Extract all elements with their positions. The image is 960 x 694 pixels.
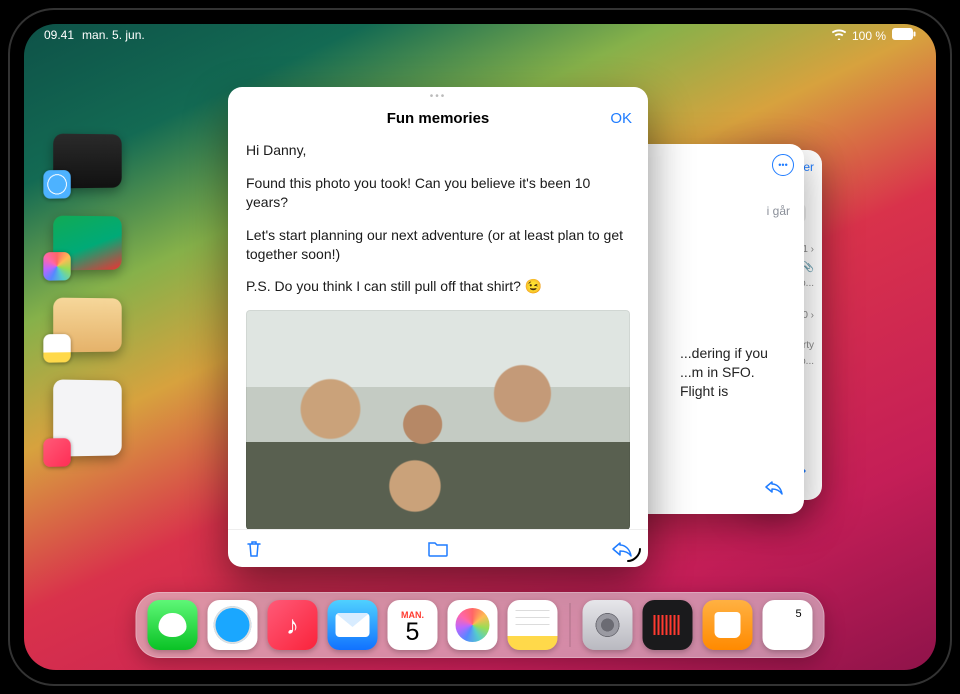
- ipad-device-frame: 09.41 man. 5. jun. 100 % ...liger: [10, 10, 950, 684]
- dock-app-messages[interactable]: [148, 600, 198, 650]
- dock-app-settings[interactable]: [583, 600, 633, 650]
- status-date: man. 5. jun.: [82, 28, 145, 43]
- dock-app-notes[interactable]: [508, 600, 558, 650]
- window-drag-handle[interactable]: •••: [228, 87, 648, 105]
- dock-separator: [570, 603, 571, 647]
- mail-paragraph: P.S. Do you think I can still pull off t…: [246, 277, 630, 296]
- dock: ♪ Man. 5: [136, 592, 825, 658]
- ipad-screen: 09.41 man. 5. jun. 100 % ...liger: [24, 24, 936, 670]
- battery-icon: [892, 28, 916, 43]
- status-time: 09.41: [44, 28, 74, 43]
- stage-thumb-notes[interactable]: [53, 298, 121, 353]
- photos-icon: [43, 252, 70, 281]
- wink-emoji-icon: 😉: [525, 277, 542, 296]
- mail-toolbar: [228, 529, 648, 567]
- mail-body[interactable]: Hi Danny, Found this photo you took! Can…: [228, 131, 648, 529]
- safari-icon: [43, 170, 70, 199]
- battery-percent: 100 %: [852, 29, 886, 43]
- bgwin1-time: i går: [767, 204, 790, 218]
- stage-thumb-music[interactable]: [53, 379, 121, 456]
- mail-subject: Fun memories: [387, 110, 490, 127]
- stage-thumb-safari[interactable]: [53, 134, 121, 189]
- dock-app-voice-memos[interactable]: [643, 600, 693, 650]
- stage-manager-strip: [52, 134, 124, 456]
- dock-app-safari[interactable]: [208, 600, 258, 650]
- notes-icon: [43, 334, 70, 363]
- book-icon: [715, 612, 741, 638]
- dock-app-group[interactable]: [763, 600, 813, 650]
- attached-photo[interactable]: [246, 310, 630, 529]
- envelope-icon: [336, 613, 370, 637]
- wifi-icon: [832, 29, 846, 43]
- music-icon: [43, 438, 70, 467]
- mail-greeting: Hi Danny,: [246, 141, 630, 160]
- folder-icon[interactable]: [426, 537, 450, 561]
- trash-icon[interactable]: [242, 537, 266, 561]
- mail-compose-window[interactable]: ••• Fun memories OK Hi Danny, Found this…: [228, 87, 648, 567]
- dock-app-books[interactable]: [703, 600, 753, 650]
- calendar-daynum: 5: [406, 620, 420, 645]
- stage-thumb-photos[interactable]: [53, 216, 121, 271]
- ok-button[interactable]: OK: [610, 110, 632, 127]
- reply-icon[interactable]: [764, 479, 784, 500]
- dock-app-calendar[interactable]: Man. 5: [388, 600, 438, 650]
- drag-dots-icon: •••: [430, 91, 447, 102]
- music-note-icon: ♪: [286, 610, 299, 641]
- mail-paragraph: Found this photo you took! Can you belie…: [246, 174, 630, 212]
- bgwin1-body-peek: ...dering if you ...m in SFO. Flight is: [680, 344, 790, 401]
- mail-titlebar: Fun memories OK: [228, 105, 648, 131]
- more-icon[interactable]: •••: [772, 154, 794, 176]
- status-bar: 09.41 man. 5. jun. 100 %: [24, 28, 936, 43]
- resize-corner-icon[interactable]: [624, 545, 642, 563]
- dock-app-music[interactable]: ♪: [268, 600, 318, 650]
- dock-app-mail[interactable]: [328, 600, 378, 650]
- dock-app-photos[interactable]: [448, 600, 498, 650]
- mail-paragraph: Let's start planning our next adventure …: [246, 226, 630, 264]
